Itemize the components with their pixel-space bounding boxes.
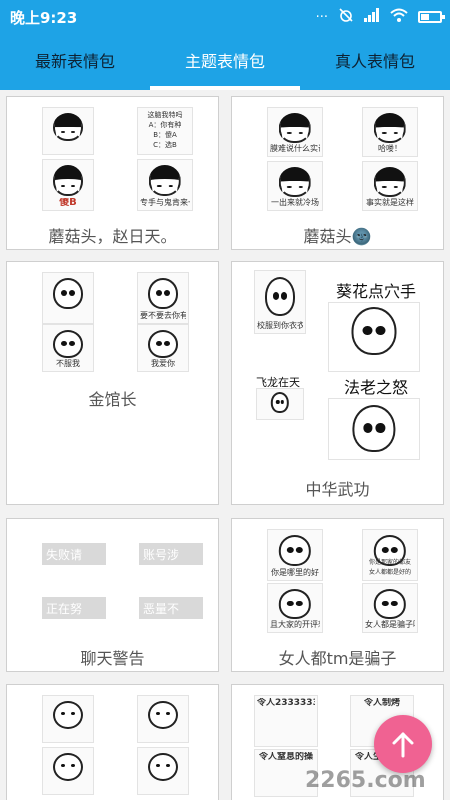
tab-real-person[interactable]: 真人表情包 <box>300 34 450 90</box>
pack-title: 蘑菇头，赵日天。 <box>48 227 177 246</box>
sticker-thumbnail: 正在努 <box>42 597 106 619</box>
sticker-pack-grid: 这脑我特吗 A：你有种 B：傻A C：选B 傻B 专手与鬼肯来一同一将 蘑菇头，… <box>0 90 450 800</box>
sticker-thumbnail: 且大家的开评想 <box>267 583 323 633</box>
sticker-thumbnail: 我爱你 <box>137 324 189 372</box>
pack-card-chat-warning[interactable]: 失败请 账号涉 正在努 恶量不 聊天警告 <box>6 518 219 672</box>
sticker-thumbnail: 账号涉 <box>139 543 203 565</box>
sticker-thumbnail <box>42 272 94 324</box>
sticker-thumbnail <box>42 107 94 155</box>
more-icon: ··· <box>315 9 328 25</box>
arrow-up-icon <box>392 732 414 758</box>
tab-latest[interactable]: 最新表情包 <box>0 34 150 90</box>
tab-theme[interactable]: 主题表情包 <box>150 34 300 90</box>
pack-title: 中华武功 <box>305 480 370 499</box>
wifi-icon <box>390 8 408 26</box>
sticker-thumbnail: 这脑我特吗 A：你有种 B：傻A C：选B <box>137 107 193 155</box>
sticker-text: 法老之怒 <box>344 378 409 397</box>
sticker-thumbnail <box>137 695 189 743</box>
sticker-thumbnail: 令人2333333 <box>254 695 318 747</box>
sticker-thumbnail: 恶量不 <box>139 597 203 619</box>
sticker-thumbnail <box>328 398 420 460</box>
pack-card-women-liars[interactable]: 你是哪里的好 你是那家的都友 女人都都是好的 且大家的开评想 女人都是骗子哦 女… <box>231 518 444 672</box>
scroll-to-top-button[interactable] <box>374 715 432 773</box>
sticker-thumbnail: 哈喽！ <box>362 107 418 157</box>
pack-title: 女人都tm是骗子 <box>278 649 397 668</box>
sticker-thumbnail <box>137 747 189 795</box>
pack-title: 蘑菇头🌚 <box>303 227 372 246</box>
pack-title: 金馆长 <box>88 390 137 409</box>
sticker-thumbnail: 不服我 <box>42 324 94 372</box>
pack-card-polar-bear[interactable] <box>6 684 219 800</box>
pack-card-kim-director[interactable]: 要不要去你有几个金色，我们好好了 不服我 我爱你 金馆长 <box>6 261 219 505</box>
sticker-thumbnail: 校服到你衣衣服了 <box>254 270 306 334</box>
sticker-thumbnail <box>42 747 94 795</box>
sticker-thumbnail: 女人都是骗子哦 <box>362 583 418 633</box>
battery-icon <box>418 11 445 23</box>
sticker-thumbnail: 傻B <box>42 159 94 211</box>
sticker-thumbnail: 膜难说什么实话 <box>267 107 323 157</box>
sticker-thumbnail: 失败请 <box>42 543 106 565</box>
site-watermark: 2265.com <box>305 768 426 793</box>
pack-card-kungfu[interactable]: 校服到你衣衣服了 葵花点穴手 飞龙在天 法老之怒 中华武功 <box>231 261 444 505</box>
signal-icon <box>364 8 380 26</box>
sticker-thumbnail: 你是哪里的好 <box>267 529 323 581</box>
pack-card-mushroom[interactable]: 膜难说什么实话 哈喽！ 一出来就冷场 事实就是这样 蘑菇头🌚 <box>231 96 444 250</box>
sticker-thumbnail: 事实就是这样 <box>362 161 418 211</box>
sticker-thumbnail: 一出来就冷场 <box>267 161 323 211</box>
sticker-thumbnail <box>328 302 420 372</box>
pack-title: 聊天警告 <box>80 649 145 668</box>
tab-bar: 最新表情包 主题表情包 真人表情包 <box>0 34 450 90</box>
alarm-off-icon <box>338 7 354 27</box>
sticker-thumbnail <box>42 695 94 743</box>
sticker-thumbnail: 你是那家的都友 女人都都是好的 <box>362 529 418 581</box>
sticker-thumbnail: 要不要去你有几个金色，我们好好了 <box>137 272 189 324</box>
pack-card-mushroom-zhao[interactable]: 这脑我特吗 A：你有种 B：傻A C：选B 傻B 专手与鬼肯来一同一将 蘑菇头，… <box>6 96 219 250</box>
sticker-thumbnail: 专手与鬼肯来一同一将 <box>137 159 193 211</box>
sticker-thumbnail <box>256 388 304 420</box>
status-icons: ··· <box>315 7 445 27</box>
sticker-text: 葵花点穴手 <box>336 282 417 301</box>
status-bar: 晚上9:23 ··· <box>0 0 450 34</box>
status-time: 晚上9:23 <box>10 9 78 27</box>
